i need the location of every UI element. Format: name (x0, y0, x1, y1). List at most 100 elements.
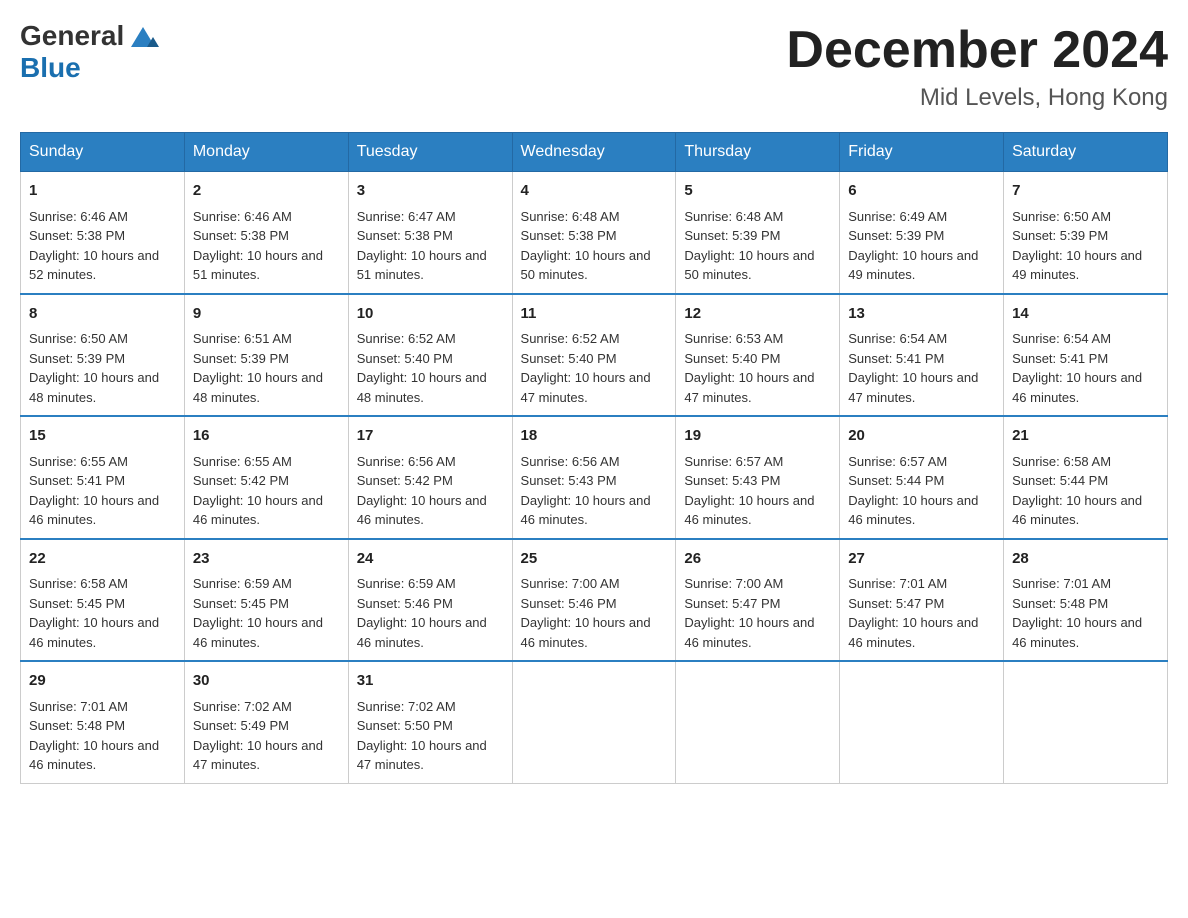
day-number: 29 (29, 670, 176, 693)
day-number: 4 (521, 180, 668, 203)
calendar-cell: 25 Sunrise: 7:00 AM Sunset: 5:46 PM Dayl… (512, 539, 676, 662)
calendar-cell: 9 Sunrise: 6:51 AM Sunset: 5:39 PM Dayli… (184, 294, 348, 417)
sunset-label: Sunset: 5:43 PM (521, 473, 617, 488)
calendar-cell: 31 Sunrise: 7:02 AM Sunset: 5:50 PM Dayl… (348, 661, 512, 783)
calendar-cell: 20 Sunrise: 6:57 AM Sunset: 5:44 PM Dayl… (840, 416, 1004, 539)
sunset-label: Sunset: 5:49 PM (193, 718, 289, 733)
logo-blue-text: Blue (20, 52, 81, 84)
sunrise-label: Sunrise: 6:48 AM (521, 209, 620, 224)
day-number: 19 (684, 425, 831, 448)
sunset-label: Sunset: 5:47 PM (848, 596, 944, 611)
daylight-label: Daylight: 10 hours and 46 minutes. (521, 493, 651, 528)
calendar-cell: 3 Sunrise: 6:47 AM Sunset: 5:38 PM Dayli… (348, 172, 512, 294)
calendar-week-row: 15 Sunrise: 6:55 AM Sunset: 5:41 PM Dayl… (21, 416, 1168, 539)
logo-icon (127, 19, 159, 51)
daylight-label: Daylight: 10 hours and 46 minutes. (193, 615, 323, 650)
daylight-label: Daylight: 10 hours and 51 minutes. (357, 248, 487, 283)
daylight-label: Daylight: 10 hours and 46 minutes. (29, 493, 159, 528)
calendar-cell: 28 Sunrise: 7:01 AM Sunset: 5:48 PM Dayl… (1004, 539, 1168, 662)
cell-content: 27 Sunrise: 7:01 AM Sunset: 5:47 PM Dayl… (848, 548, 995, 653)
sunrise-label: Sunrise: 6:52 AM (357, 331, 456, 346)
calendar-cell: 12 Sunrise: 6:53 AM Sunset: 5:40 PM Dayl… (676, 294, 840, 417)
day-number: 22 (29, 548, 176, 571)
day-number: 7 (1012, 180, 1159, 203)
sunrise-label: Sunrise: 7:01 AM (1012, 576, 1111, 591)
day-number: 18 (521, 425, 668, 448)
sunrise-label: Sunrise: 6:58 AM (29, 576, 128, 591)
cell-content: 12 Sunrise: 6:53 AM Sunset: 5:40 PM Dayl… (684, 303, 831, 408)
daylight-label: Daylight: 10 hours and 51 minutes. (193, 248, 323, 283)
sunset-label: Sunset: 5:41 PM (848, 351, 944, 366)
sunrise-label: Sunrise: 6:57 AM (684, 454, 783, 469)
weekday-header-wednesday: Wednesday (512, 133, 676, 172)
cell-content: 11 Sunrise: 6:52 AM Sunset: 5:40 PM Dayl… (521, 303, 668, 408)
title-area: December 2024 Mid Levels, Hong Kong (786, 20, 1168, 112)
sunset-label: Sunset: 5:38 PM (521, 228, 617, 243)
daylight-label: Daylight: 10 hours and 46 minutes. (357, 493, 487, 528)
calendar-cell: 29 Sunrise: 7:01 AM Sunset: 5:48 PM Dayl… (21, 661, 185, 783)
weekday-header-row: SundayMondayTuesdayWednesdayThursdayFrid… (21, 133, 1168, 172)
day-number: 10 (357, 303, 504, 326)
daylight-label: Daylight: 10 hours and 47 minutes. (193, 738, 323, 773)
day-number: 2 (193, 180, 340, 203)
calendar-cell: 6 Sunrise: 6:49 AM Sunset: 5:39 PM Dayli… (840, 172, 1004, 294)
daylight-label: Daylight: 10 hours and 46 minutes. (521, 615, 651, 650)
sunset-label: Sunset: 5:38 PM (357, 228, 453, 243)
day-number: 9 (193, 303, 340, 326)
daylight-label: Daylight: 10 hours and 46 minutes. (29, 615, 159, 650)
weekday-header-monday: Monday (184, 133, 348, 172)
day-number: 26 (684, 548, 831, 571)
daylight-label: Daylight: 10 hours and 47 minutes. (357, 738, 487, 773)
header: General Blue December 2024 Mid Levels, H… (20, 20, 1168, 112)
cell-content: 21 Sunrise: 6:58 AM Sunset: 5:44 PM Dayl… (1012, 425, 1159, 530)
sunrise-label: Sunrise: 6:56 AM (357, 454, 456, 469)
sunrise-label: Sunrise: 7:00 AM (684, 576, 783, 591)
day-number: 13 (848, 303, 995, 326)
sunset-label: Sunset: 5:47 PM (684, 596, 780, 611)
sunrise-label: Sunrise: 6:54 AM (1012, 331, 1111, 346)
sunset-label: Sunset: 5:45 PM (29, 596, 125, 611)
day-number: 23 (193, 548, 340, 571)
sunset-label: Sunset: 5:50 PM (357, 718, 453, 733)
sunrise-label: Sunrise: 7:00 AM (521, 576, 620, 591)
day-number: 15 (29, 425, 176, 448)
calendar-cell (676, 661, 840, 783)
calendar-cell: 4 Sunrise: 6:48 AM Sunset: 5:38 PM Dayli… (512, 172, 676, 294)
sunset-label: Sunset: 5:44 PM (848, 473, 944, 488)
sunset-label: Sunset: 5:42 PM (193, 473, 289, 488)
cell-content: 19 Sunrise: 6:57 AM Sunset: 5:43 PM Dayl… (684, 425, 831, 530)
daylight-label: Daylight: 10 hours and 50 minutes. (521, 248, 651, 283)
daylight-label: Daylight: 10 hours and 48 minutes. (29, 370, 159, 405)
sunrise-label: Sunrise: 7:02 AM (357, 699, 456, 714)
cell-content: 30 Sunrise: 7:02 AM Sunset: 5:49 PM Dayl… (193, 670, 340, 775)
cell-content: 15 Sunrise: 6:55 AM Sunset: 5:41 PM Dayl… (29, 425, 176, 530)
sunset-label: Sunset: 5:43 PM (684, 473, 780, 488)
daylight-label: Daylight: 10 hours and 46 minutes. (357, 615, 487, 650)
sunrise-label: Sunrise: 6:55 AM (29, 454, 128, 469)
day-number: 31 (357, 670, 504, 693)
calendar-cell: 11 Sunrise: 6:52 AM Sunset: 5:40 PM Dayl… (512, 294, 676, 417)
calendar-cell: 2 Sunrise: 6:46 AM Sunset: 5:38 PM Dayli… (184, 172, 348, 294)
weekday-header-thursday: Thursday (676, 133, 840, 172)
sunrise-label: Sunrise: 6:46 AM (193, 209, 292, 224)
day-number: 25 (521, 548, 668, 571)
daylight-label: Daylight: 10 hours and 49 minutes. (1012, 248, 1142, 283)
cell-content: 25 Sunrise: 7:00 AM Sunset: 5:46 PM Dayl… (521, 548, 668, 653)
calendar-cell: 21 Sunrise: 6:58 AM Sunset: 5:44 PM Dayl… (1004, 416, 1168, 539)
day-number: 20 (848, 425, 995, 448)
calendar-cell (1004, 661, 1168, 783)
daylight-label: Daylight: 10 hours and 47 minutes. (684, 370, 814, 405)
calendar-cell: 1 Sunrise: 6:46 AM Sunset: 5:38 PM Dayli… (21, 172, 185, 294)
daylight-label: Daylight: 10 hours and 50 minutes. (684, 248, 814, 283)
calendar-week-row: 29 Sunrise: 7:01 AM Sunset: 5:48 PM Dayl… (21, 661, 1168, 783)
cell-content: 14 Sunrise: 6:54 AM Sunset: 5:41 PM Dayl… (1012, 303, 1159, 408)
sunset-label: Sunset: 5:38 PM (29, 228, 125, 243)
daylight-label: Daylight: 10 hours and 46 minutes. (848, 615, 978, 650)
sunset-label: Sunset: 5:39 PM (29, 351, 125, 366)
day-number: 16 (193, 425, 340, 448)
sunrise-label: Sunrise: 7:01 AM (29, 699, 128, 714)
day-number: 3 (357, 180, 504, 203)
weekday-header-saturday: Saturday (1004, 133, 1168, 172)
sunrise-label: Sunrise: 7:02 AM (193, 699, 292, 714)
sunrise-label: Sunrise: 6:53 AM (684, 331, 783, 346)
